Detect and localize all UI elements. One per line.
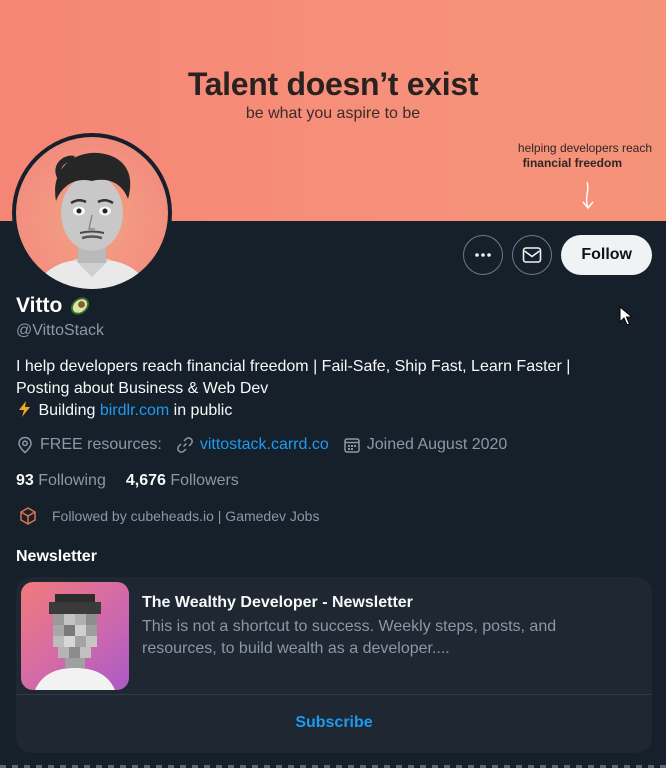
avocado-icon — [71, 297, 90, 315]
profile-bio: I help developers reach financial freedo… — [16, 356, 636, 422]
bio-line: I help developers reach financial freedo… — [16, 358, 571, 375]
profile-meta: FREE resources: vittostack.carrd.co Join… — [16, 436, 521, 454]
envelope-icon — [523, 247, 542, 263]
person-portrait-icon — [34, 152, 150, 289]
joined-text: Joined August 2020 — [366, 436, 508, 453]
bio-building-prefix: Building — [38, 402, 96, 419]
website-link[interactable]: vittostack.carrd.co — [200, 436, 329, 454]
following-label: Following — [38, 472, 106, 489]
newsletter-card[interactable]: The Wealthy Developer - Newsletter This … — [16, 577, 652, 753]
link-icon — [176, 437, 193, 453]
banner-tagline-line2: financial freedom — [522, 156, 622, 170]
newsletter-title: The Wealthy Developer - Newsletter — [142, 594, 413, 611]
card-divider — [16, 694, 652, 695]
newsletter-heading: Newsletter — [16, 548, 97, 565]
lightning-icon — [19, 401, 30, 417]
banner-tagline-line1: helping developers reach — [517, 141, 652, 155]
following-link[interactable]: 93 Following — [16, 472, 106, 490]
bio-line: Posting about Business & Web Dev — [16, 380, 269, 397]
follow-stats: 93 Following 4,676 Followers — [16, 472, 239, 490]
location-pin-icon — [18, 436, 32, 454]
followed-by[interactable]: Followed by cubeheads.io | Gamedev Jobs — [18, 506, 319, 526]
location-text: FREE resources: — [40, 436, 162, 453]
follow-button[interactable]: Follow — [561, 235, 652, 275]
bio-line-building: Building birdlr.com in public — [16, 400, 636, 422]
mouse-cursor-icon — [619, 306, 633, 326]
banner-subline: be what you aspire to be — [245, 105, 421, 122]
banner-headline: Talent doesn’t exist — [187, 66, 479, 102]
bio-building-suffix: in public — [173, 402, 233, 419]
following-count: 93 — [16, 472, 34, 489]
message-button[interactable] — [512, 235, 553, 275]
location-item: FREE resources: — [16, 436, 162, 454]
cube-avatar-icon — [20, 507, 36, 525]
followers-link[interactable]: 4,676 Followers — [126, 472, 239, 490]
profile-name-row: Vitto — [16, 294, 92, 318]
profile-avatar[interactable] — [12, 133, 172, 293]
avatar-image — [16, 137, 168, 289]
arrow-down-icon — [582, 181, 594, 210]
joined-item: Joined August 2020 — [343, 436, 508, 454]
user-handle: @VittoStack — [16, 322, 104, 339]
newsletter-thumbnail — [21, 582, 129, 690]
subscribe-button[interactable]: Subscribe — [16, 714, 652, 732]
pixelated-portrait-icon — [35, 594, 115, 690]
followers-label: Followers — [170, 472, 239, 489]
followed-by-text: Followed by cubeheads.io | Gamedev Jobs — [52, 508, 320, 524]
profile-actions: Follow — [463, 235, 652, 275]
calendar-icon — [344, 438, 360, 453]
website-item: vittostack.carrd.co — [176, 436, 329, 454]
birdlr-link[interactable]: birdlr.com — [100, 402, 169, 419]
display-name: Vitto — [16, 294, 63, 317]
followers-count: 4,676 — [125, 472, 166, 489]
newsletter-description: This is not a shortcut to success. Weekl… — [142, 618, 557, 657]
banner-tagline: helping developers reach financial freed… — [452, 141, 652, 171]
more-horizontal-icon — [475, 253, 492, 257]
more-button[interactable] — [463, 235, 504, 275]
